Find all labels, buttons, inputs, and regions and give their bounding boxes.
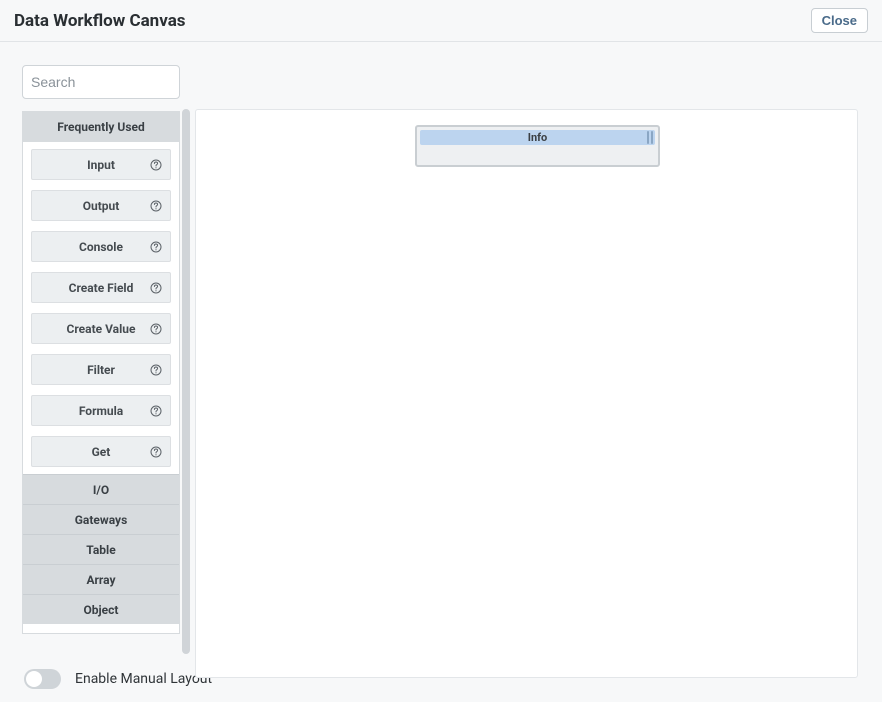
- search-box: [22, 65, 180, 99]
- operator-palette: Frequently Used Input Output Console: [22, 65, 180, 634]
- toggle-knob: [26, 671, 42, 687]
- category-array[interactable]: Array: [23, 564, 179, 594]
- operator-filter[interactable]: Filter: [31, 354, 171, 385]
- drag-handle-icon[interactable]: [647, 131, 653, 144]
- help-icon[interactable]: [150, 200, 162, 212]
- operator-formula[interactable]: Formula: [31, 395, 171, 426]
- close-button[interactable]: Close: [811, 8, 868, 33]
- sidebar-scrollbar-thumb[interactable]: [182, 109, 190, 654]
- operator-label: Output: [83, 199, 120, 213]
- operator-create-field[interactable]: Create Field: [31, 272, 171, 303]
- operator-categories: Frequently Used Input Output Console: [22, 111, 180, 634]
- manual-layout-label: Enable Manual Layout: [75, 671, 212, 687]
- category-frequently-used[interactable]: Frequently Used: [23, 112, 179, 142]
- sidebar-scrollbar-track[interactable]: [182, 109, 190, 654]
- help-icon[interactable]: [150, 446, 162, 458]
- operator-label: Console: [79, 240, 123, 254]
- category-table[interactable]: Table: [23, 534, 179, 564]
- help-icon[interactable]: [150, 405, 162, 417]
- operator-label: Create Value: [67, 322, 136, 336]
- manual-layout-toggle[interactable]: [24, 669, 61, 689]
- category-object[interactable]: Object: [23, 594, 179, 624]
- operator-label: Create Field: [69, 281, 134, 295]
- page-title: Data Workflow Canvas: [14, 11, 186, 31]
- workflow-canvas[interactable]: Info: [195, 109, 858, 678]
- operator-get[interactable]: Get: [31, 436, 171, 467]
- operator-label: Filter: [87, 363, 115, 377]
- category-frequently-used-body: Input Output Console: [23, 142, 179, 474]
- help-icon[interactable]: [150, 241, 162, 253]
- header: Data Workflow Canvas Close: [0, 0, 882, 42]
- search-input[interactable]: [23, 66, 179, 98]
- help-icon[interactable]: [150, 159, 162, 171]
- operator-label: Formula: [79, 404, 123, 418]
- node-title: Info: [528, 131, 548, 144]
- operator-output[interactable]: Output: [31, 190, 171, 221]
- operator-label: Get: [92, 445, 111, 459]
- help-icon[interactable]: [150, 323, 162, 335]
- body: Frequently Used Input Output Console: [0, 42, 882, 656]
- operator-console[interactable]: Console: [31, 231, 171, 262]
- operator-input[interactable]: Input: [31, 149, 171, 180]
- category-gateways[interactable]: Gateways: [23, 504, 179, 534]
- help-icon[interactable]: [150, 282, 162, 294]
- operator-label: Input: [87, 158, 115, 172]
- node-title-bar[interactable]: Info: [420, 130, 655, 145]
- operator-create-value[interactable]: Create Value: [31, 313, 171, 344]
- canvas-node-info[interactable]: Info: [415, 125, 660, 167]
- help-icon[interactable]: [150, 364, 162, 376]
- category-io[interactable]: I/O: [23, 474, 179, 504]
